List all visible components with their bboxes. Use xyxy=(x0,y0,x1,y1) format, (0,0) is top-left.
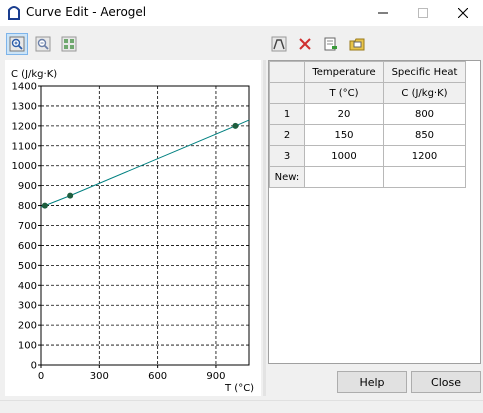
close-window-button[interactable] xyxy=(443,0,483,26)
import-button[interactable] xyxy=(320,33,342,55)
new-temperature-cell[interactable] xyxy=(304,166,384,188)
maximize-icon xyxy=(418,8,428,18)
export-button[interactable] xyxy=(346,33,368,55)
import-icon xyxy=(324,37,337,51)
table-row: 1 20 800 xyxy=(269,103,466,125)
x-tick-label: 0 xyxy=(38,371,44,382)
delete-icon xyxy=(299,38,311,50)
header-temperature: Temperature xyxy=(304,61,384,83)
delete-row-button[interactable] xyxy=(294,33,316,55)
y-tick-label: 100 xyxy=(18,341,37,352)
temperature-cell[interactable]: 1000 xyxy=(304,145,384,167)
units-row-header xyxy=(269,82,305,104)
unit-specific-heat: C (J/kg·K) xyxy=(383,82,466,104)
minimize-icon xyxy=(378,12,388,14)
specific-heat-cell[interactable]: 1200 xyxy=(383,145,466,167)
y-tick-label: 400 xyxy=(18,281,37,292)
zoom-fit-icon xyxy=(61,36,77,52)
specific-heat-cell[interactable]: 800 xyxy=(383,103,466,125)
header-specific-heat: Specific Heat xyxy=(383,61,466,83)
new-specific-heat-cell[interactable] xyxy=(383,166,466,188)
curve-button[interactable] xyxy=(268,33,290,55)
data-table-panel: Temperature Specific Heat T (°C) C (J/kg… xyxy=(268,60,481,364)
y-tick-label: 300 xyxy=(18,301,37,312)
unit-temperature: T (°C) xyxy=(304,82,384,104)
zoom-out-icon xyxy=(35,36,51,52)
y-tick-label: 800 xyxy=(18,201,37,212)
help-button[interactable]: Help xyxy=(337,371,407,393)
zoom-fit-button[interactable] xyxy=(58,33,80,55)
data-point[interactable] xyxy=(232,122,239,129)
y-tick-label: 1100 xyxy=(12,141,37,152)
y-tick-label: 700 xyxy=(18,221,37,232)
row-index[interactable]: 1 xyxy=(269,103,305,125)
curve-chart[interactable]: 0 100 200 300 400 500 600 700 800 900 1000 1100 1200… xyxy=(5,60,261,396)
row-index[interactable]: 3 xyxy=(269,145,305,167)
zoom-in-icon xyxy=(9,36,25,52)
y-tick-label: 1300 xyxy=(12,101,37,112)
x-tick-label: 600 xyxy=(148,371,167,382)
curve-icon xyxy=(271,36,287,52)
y-tick-label: 1400 xyxy=(12,82,37,93)
y-tick-label: 1200 xyxy=(12,121,37,132)
x-tick-label: 900 xyxy=(206,371,225,382)
app-icon xyxy=(8,6,20,20)
zoom-in-button[interactable] xyxy=(6,33,28,55)
export-icon xyxy=(349,38,365,51)
close-icon xyxy=(458,8,468,18)
title-bar: Curve Edit - Aerogel xyxy=(0,0,483,26)
y-tick-label: 600 xyxy=(18,241,37,252)
y-tick-label: 0 xyxy=(31,361,37,372)
new-row: New: xyxy=(269,166,466,188)
window-title: Curve Edit - Aerogel xyxy=(26,5,147,19)
zoom-out-button[interactable] xyxy=(32,33,54,55)
minimize-button[interactable] xyxy=(363,0,403,26)
temperature-cell[interactable]: 20 xyxy=(304,103,384,125)
y-axis-label: C (J/kg·K) xyxy=(11,69,57,80)
data-point[interactable] xyxy=(67,192,74,199)
table-row: 2 150 850 xyxy=(269,124,466,146)
close-button[interactable]: Close xyxy=(411,371,481,393)
x-tick-label: 300 xyxy=(90,371,109,382)
chart-panel[interactable]: 0 100 200 300 400 500 600 700 800 900 1000 1100 1200… xyxy=(5,60,261,396)
specific-heat-cell[interactable]: 850 xyxy=(383,124,466,146)
y-tick-label: 200 xyxy=(18,321,37,332)
maximize-button[interactable] xyxy=(403,0,443,26)
y-tick-label: 500 xyxy=(18,261,37,272)
data-point[interactable] xyxy=(41,202,48,209)
y-tick-label: 900 xyxy=(18,181,37,192)
corner-cell xyxy=(269,61,305,83)
row-index[interactable]: 2 xyxy=(269,124,305,146)
splitter[interactable] xyxy=(263,60,266,396)
temperature-cell[interactable]: 150 xyxy=(304,124,384,146)
y-tick-label: 1000 xyxy=(12,161,37,172)
new-row-label: New: xyxy=(269,166,305,188)
data-table: Temperature Specific Heat T (°C) C (J/kg… xyxy=(269,61,466,188)
table-row: 3 1000 1200 xyxy=(269,145,466,167)
x-axis-label: T (°C) xyxy=(224,383,254,394)
status-bar xyxy=(0,400,483,413)
